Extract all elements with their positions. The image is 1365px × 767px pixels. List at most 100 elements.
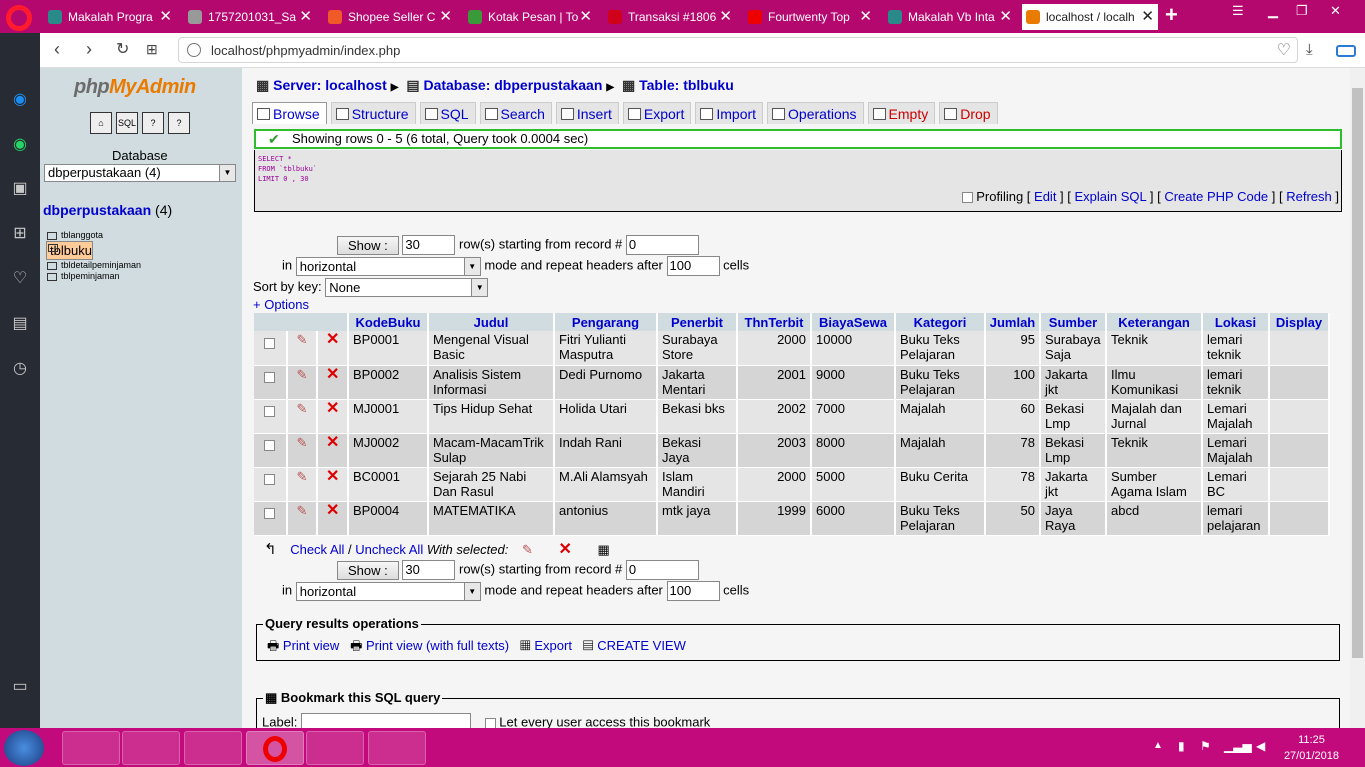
table-item[interactable]: tbldetailpeminjaman (46, 260, 236, 271)
action-center-icon[interactable]: ⚑ (1200, 739, 1211, 753)
browser-tab-7[interactable]: Makalah Vb Inta ✕ (884, 4, 1016, 30)
tab-structure[interactable]: Structure (330, 102, 416, 124)
explain-sql-link[interactable]: Explain SQL (1075, 189, 1147, 204)
browser-tab-2[interactable]: 1757201031_Sa ✕ (184, 4, 316, 30)
export-icon[interactable]: ▦ (520, 638, 531, 653)
speed-dial-sidebar-icon[interactable]: ⊞ (10, 224, 30, 244)
start-record-input[interactable]: 0 (625, 235, 699, 255)
home-icon[interactable]: ⌂ (90, 112, 112, 134)
browser-tab-4[interactable]: Kotak Pesan | To ✕ (464, 4, 596, 30)
every-user-checkbox[interactable] (484, 717, 496, 728)
close-tab-icon[interactable]: ✕ (299, 4, 312, 30)
menu-icon[interactable]: ☰ (1232, 3, 1244, 19)
row-checkbox[interactable] (264, 474, 276, 486)
heart-icon[interactable]: ♡ (1277, 40, 1291, 60)
row-checkbox[interactable] (264, 406, 276, 418)
delete-icon[interactable]: ✕ (326, 366, 339, 383)
create-view-icon[interactable]: ▤ (583, 638, 594, 653)
close-tab-icon[interactable]: ✕ (999, 4, 1012, 30)
taskbar-computer-icon[interactable] (62, 731, 120, 765)
news-icon[interactable]: ▤ (10, 314, 30, 334)
printer-icon[interactable]: 🖶 (350, 638, 362, 653)
table-item-label[interactable]: tblpeminjaman (61, 271, 120, 281)
start-button-icon[interactable] (4, 730, 44, 766)
start-record-input[interactable]: 0 (625, 560, 699, 580)
opera-logo-icon[interactable] (6, 5, 32, 31)
close-tab-icon[interactable]: ✕ (719, 4, 732, 30)
row-checkbox[interactable] (264, 440, 276, 452)
edit-link[interactable]: Edit (1034, 189, 1056, 204)
table-item[interactable]: tblpeminjaman (46, 271, 236, 282)
bookmark-label-input[interactable] (301, 713, 472, 728)
column-header[interactable]: KodeBuku (348, 313, 429, 331)
edit-icon[interactable]: ✎ (297, 435, 308, 450)
print-view-full-link[interactable]: Print view (with full texts) (366, 638, 509, 653)
bulk-edit-icon[interactable]: ✎ (522, 542, 533, 557)
tab-insert[interactable]: Insert (555, 102, 619, 124)
table-icon[interactable] (47, 273, 57, 281)
volume-icon[interactable]: ◀ (1256, 739, 1265, 753)
query-window-icon[interactable]: SQL (116, 112, 138, 134)
print-view-link[interactable]: Print view (283, 638, 339, 653)
database-title[interactable]: dbperpustakaan (4) (43, 202, 172, 218)
sidebar-toggle-icon[interactable]: ▭ (10, 677, 30, 697)
refresh-link[interactable]: Refresh (1286, 189, 1332, 204)
close-window-icon[interactable]: ✕ (1330, 3, 1341, 19)
browser-tab-1[interactable]: Makalah Progra ✕ (44, 4, 176, 30)
tray-arrow-icon[interactable]: ▲ (1153, 740, 1163, 751)
taskbar-clock[interactable]: 11:25 27/01/2018 (1284, 732, 1339, 764)
check-all-link[interactable]: Check All (290, 542, 344, 557)
edit-icon[interactable]: ✎ (297, 503, 308, 518)
column-header[interactable]: Kategori (895, 313, 986, 331)
breadcrumb-database[interactable]: Database: dbperpustakaan (423, 77, 602, 93)
bulk-export-icon[interactable]: ▦ (598, 542, 610, 557)
delete-icon[interactable]: ✕ (326, 468, 339, 485)
forward-icon[interactable]: › (86, 39, 92, 60)
close-tab-icon[interactable]: ✕ (579, 4, 592, 30)
sql-docs-icon[interactable]: ? (168, 112, 190, 134)
url-field[interactable]: localhost/phpmyadmin/index.php ♡ (178, 37, 1298, 63)
repeat-headers-input[interactable]: 100 (666, 581, 720, 601)
export-link[interactable]: Export (534, 638, 572, 653)
table-icon[interactable] (48, 244, 58, 252)
column-header[interactable]: BiayaSewa (811, 313, 896, 331)
rows-input[interactable]: 30 (402, 560, 456, 580)
column-header[interactable]: Lokasi (1202, 313, 1270, 331)
edit-icon[interactable]: ✎ (297, 367, 308, 382)
maximize-icon[interactable]: ❐ (1296, 3, 1308, 19)
uncheck-all-link[interactable]: Uncheck All (355, 542, 423, 557)
tab-operations[interactable]: Operations (767, 102, 864, 124)
delete-icon[interactable]: ✕ (326, 331, 339, 348)
new-tab-button[interactable]: + (1165, 2, 1178, 28)
tab-sql[interactable]: SQL (419, 102, 476, 124)
browser-tab-3[interactable]: Shopee Seller C ✕ (324, 4, 456, 30)
column-header[interactable]: Penerbit (657, 313, 738, 331)
network-icon[interactable]: ▁▃▅ (1224, 739, 1252, 753)
whatsapp-icon[interactable]: ◉ (10, 135, 30, 155)
browser-tab-6[interactable]: Fourtwenty Top ✕ (744, 4, 876, 30)
display-mode-select[interactable]: horizontal ▼ (295, 256, 481, 276)
create-php-code-link[interactable]: Create PHP Code (1164, 189, 1268, 204)
row-checkbox[interactable] (264, 508, 276, 520)
scrollbar-thumb[interactable] (1352, 88, 1363, 658)
close-tab-icon[interactable]: ✕ (439, 4, 452, 30)
show-button[interactable]: Show : (337, 235, 399, 255)
documentation-icon[interactable]: ? (142, 112, 164, 134)
taskbar-opera-icon[interactable] (246, 731, 304, 765)
close-tab-icon[interactable]: ✕ (1141, 4, 1154, 30)
phpmyadmin-logo[interactable]: phpMyAdmin (74, 76, 196, 99)
column-header[interactable]: Jumlah (985, 313, 1041, 331)
table-item-label[interactable]: tblanggota (61, 230, 103, 240)
bulk-delete-icon[interactable]: ✕ (559, 541, 572, 558)
breadcrumb-server[interactable]: Server: localhost (273, 77, 387, 93)
create-view-link[interactable]: CREATE VIEW (597, 638, 686, 653)
edit-icon[interactable]: ✎ (297, 469, 308, 484)
edit-icon[interactable]: ✎ (297, 401, 308, 416)
printer-icon[interactable]: 🖶 (267, 638, 279, 653)
close-tab-icon[interactable]: ✕ (159, 4, 172, 30)
table-item-selected[interactable]: tblbuku (46, 241, 93, 260)
main-scrollbar[interactable] (1350, 68, 1365, 728)
delete-icon[interactable]: ✕ (326, 400, 339, 417)
column-header[interactable]: Judul (428, 313, 555, 331)
camera-icon[interactable]: ▣ (10, 179, 30, 199)
